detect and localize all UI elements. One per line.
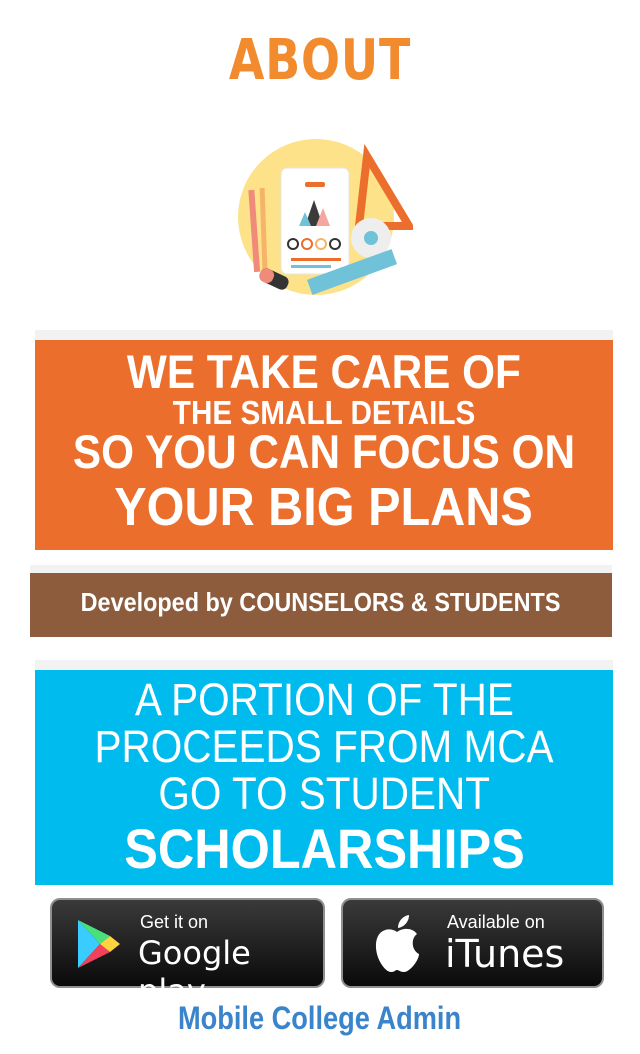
planning-illustration [238, 139, 413, 295]
google-play-big-text: Google play [138, 934, 251, 1010]
apple-icon [375, 915, 419, 972]
itunes-button[interactable]: Available on iTunes [341, 898, 604, 988]
footer-text: Mobile College Admin [178, 1000, 462, 1036]
blue-banner: A PORTION OF THE PROCEEDS FROM MCA GO TO… [35, 660, 613, 885]
developed-by-text: Developed by COUNSELORS & STUDENTS [81, 587, 561, 617]
footer-brand: Mobile College Admin [0, 1000, 640, 1037]
itunes-big-text: iTunes [445, 932, 565, 976]
page-title: ABOUT [228, 28, 412, 93]
google-play-icon [78, 920, 120, 968]
brown-banner: Developed by COUNSELORS & STUDENTS [30, 565, 612, 637]
blue-line-4: SCHOLARSHIPS [123, 817, 525, 880]
google-play-button[interactable]: Get it on Google play [50, 898, 325, 1010]
itunes-small-text: Available on [447, 912, 545, 932]
orange-line-4: YOUR BIG PLANS [114, 477, 534, 537]
orange-banner: WE TAKE CARE OF THE SMALL DETAILS SO YOU… [35, 330, 613, 550]
google-play-small-text: Get it on [140, 912, 209, 932]
blue-line-2: PROCEEDS FROM MCA [94, 721, 554, 772]
orange-line-3: SO YOU CAN FOCUS ON [72, 425, 576, 478]
blue-line-3: GO TO STUDENT [158, 768, 490, 819]
blue-line-1: A PORTION OF THE [134, 674, 514, 725]
orange-line-1: WE TAKE CARE OF [126, 345, 522, 398]
